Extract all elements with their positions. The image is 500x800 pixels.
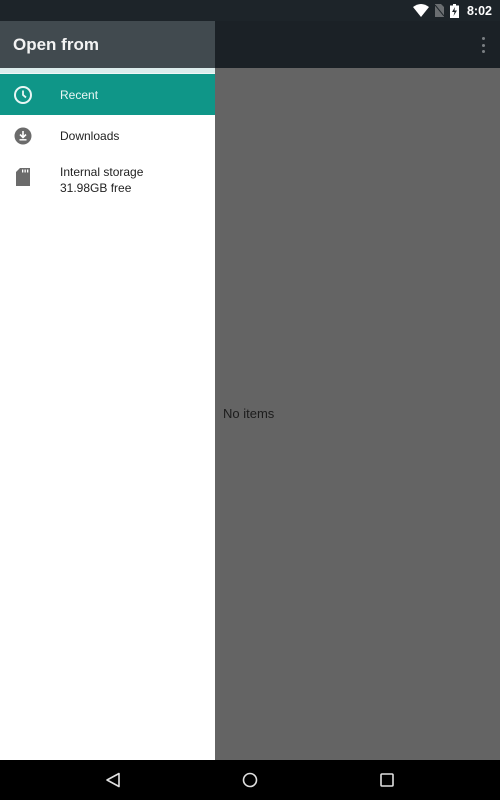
recents-icon bbox=[379, 773, 394, 787]
wifi-icon bbox=[412, 4, 429, 17]
back-icon bbox=[106, 772, 121, 788]
free-space-label: 31.98GB free bbox=[60, 181, 132, 195]
battery-charging-icon bbox=[449, 3, 459, 18]
drawer-item-recent[interactable]: Recent bbox=[0, 74, 215, 115]
drawer-item-label: Internal storage bbox=[60, 165, 144, 179]
drawer-header: Open from bbox=[0, 21, 215, 68]
download-icon bbox=[0, 127, 60, 145]
home-button[interactable] bbox=[230, 760, 270, 800]
screen: 8:02 No items Open from Recent Downloads… bbox=[0, 0, 500, 800]
drawer-item-downloads[interactable]: Downloads bbox=[0, 115, 215, 156]
status-bar: 8:02 bbox=[0, 0, 500, 21]
drawer-item-internal-storage[interactable]: Internal storage 31.98GB free bbox=[0, 156, 215, 208]
no-sim-icon bbox=[434, 4, 444, 17]
storage-texts: Internal storage 31.98GB free bbox=[60, 164, 143, 196]
drawer-item-label: Downloads bbox=[60, 128, 120, 143]
navigation-drawer: Open from Recent Downloads Internal stor… bbox=[0, 21, 215, 760]
sd-card-icon bbox=[0, 164, 60, 186]
clock-time: 8:02 bbox=[466, 3, 492, 18]
empty-message: No items bbox=[223, 406, 275, 421]
drawer-item-label: Recent bbox=[60, 87, 99, 102]
recents-button[interactable] bbox=[367, 760, 407, 800]
clock-icon bbox=[0, 85, 60, 105]
back-button[interactable] bbox=[93, 760, 133, 800]
more-vert-icon[interactable] bbox=[476, 35, 490, 55]
home-icon bbox=[242, 772, 258, 788]
system-nav-bar bbox=[0, 760, 500, 800]
drawer-title: Open from bbox=[13, 34, 99, 54]
